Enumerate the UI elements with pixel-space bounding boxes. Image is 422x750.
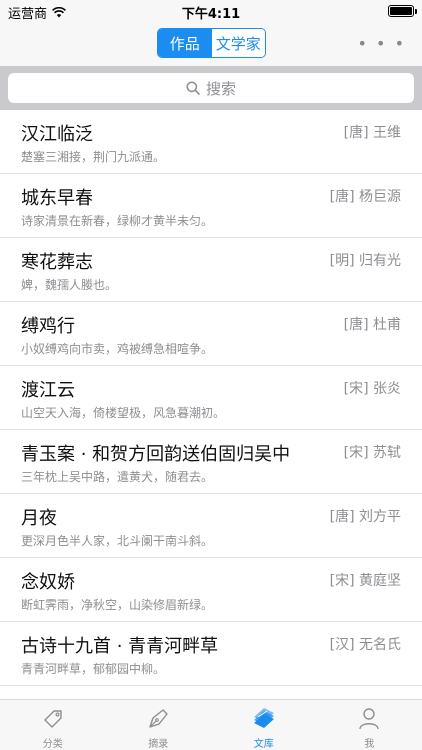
work-title: 月夜 [21,508,57,529]
list-item[interactable]: 城东早春 [唐] 杨巨源 诗家清景在新春，绿柳才黄半未匀。 [0,174,422,238]
tab-me[interactable]: 我 [317,700,422,750]
work-author: [唐] 杨巨源 [329,189,401,205]
work-title: 念奴娇 [21,572,75,593]
ellipsis-icon[interactable]: • • • [358,34,406,53]
list-item[interactable]: 月夜 [唐] 刘方平 更深月色半人家，北斗阑干南斗斜。 [0,494,422,558]
work-excerpt: 山空天入海，倚楼望极，风急暮潮初。 [21,406,226,420]
work-excerpt: 断虹霁雨，净秋空，山染修眉新绿。 [21,598,214,612]
work-author: [唐] 刘方平 [329,509,401,525]
tab-label: 摘录 [148,739,169,750]
works-list: 汉江临泛 [唐] 王维 楚塞三湘接，荆门九派通。 城东早春 [唐] 杨巨源 诗家… [0,110,422,686]
tab-category[interactable]: 分类 [0,700,106,750]
work-title: 汉江临泛 [21,124,93,145]
work-title: 古诗十九首 · 青青河畔草 [21,636,219,657]
work-title: 城东早春 [21,188,93,209]
list-item[interactable]: 寒花葬志 [明] 归有光 婢，魏孺人媵也。 [0,238,422,302]
tab-excerpts[interactable]: 摘录 [106,700,212,750]
status-bar: 运营商 下午4:11 [0,0,422,22]
books-icon [253,708,274,728]
person-icon [359,708,379,730]
work-excerpt: 婢，魏孺人媵也。 [21,278,118,292]
status-time: 下午4:11 [181,7,241,22]
navigation-bar: 作品 文学家 • • • [0,22,422,66]
tab-label: 分类 [42,739,63,750]
work-author: [汉] 无名氏 [329,637,401,653]
work-author: [宋] 黄庭坚 [329,573,401,589]
tag-icon [44,710,62,728]
search-input[interactable]: 搜索 [8,73,414,103]
work-author: [唐] 王维 [343,125,401,141]
work-author: [唐] 杜甫 [343,317,401,333]
tab-bar: 分类 摘录 文库 我 [0,699,422,750]
list-item[interactable]: 缚鸡行 [唐] 杜甫 小奴缚鸡向市卖，鸡被缚急相喧争。 [0,302,422,366]
list-item[interactable]: 青玉案 · 和贺方回韵送伯固归吴中 [宋] 苏轼 三年枕上吴中路，遣黄犬，随君去… [0,430,422,494]
battery-icon [388,5,417,17]
work-title: 缚鸡行 [21,316,75,337]
work-excerpt: 诗家清景在新春，绿柳才黄半未匀。 [21,214,214,228]
search-container: 搜索 [0,66,422,110]
list-item[interactable]: 汉江临泛 [唐] 王维 楚塞三湘接，荆门九派通。 [0,110,422,174]
search-icon [186,81,200,95]
segment-writers[interactable]: 文学家 [211,29,265,57]
work-author: [宋] 张炎 [343,381,401,397]
work-title: 青玉案 · 和贺方回韵送伯固归吴中 [21,444,291,465]
list-item[interactable]: 念奴娇 [宋] 黄庭坚 断虹霁雨，净秋空，山染修眉新绿。 [0,558,422,622]
work-excerpt: 楚塞三湘接，荆门九派通。 [21,150,166,164]
work-excerpt: 三年枕上吴中路，遣黄犬，随君去。 [21,470,214,484]
work-author: [宋] 苏轼 [343,445,401,461]
work-excerpt: 小奴缚鸡向市卖，鸡被缚急相喧争。 [21,342,214,356]
work-author: [明] 归有光 [329,253,401,269]
work-title: 渡江云 [21,380,75,401]
work-excerpt: 青青河畔草，郁郁园中柳。 [21,662,166,676]
list-item[interactable]: 古诗十九首 · 青青河畔草 [汉] 无名氏 青青河畔草，郁郁园中柳。 [0,622,422,686]
search-placeholder: 搜索 [205,79,236,98]
tab-label: 我 [364,739,375,750]
pen-nib-icon [149,709,168,728]
work-excerpt: 更深月色半人家，北斗阑干南斗斜。 [21,534,214,548]
tab-library[interactable]: 文库 [211,700,317,750]
work-title: 寒花葬志 [21,252,93,273]
list-item[interactable]: 渡江云 [宋] 张炎 山空天入海，倚楼望极，风急暮潮初。 [0,366,422,430]
segmented-control: 作品 文学家 [157,28,266,58]
segment-works[interactable]: 作品 [158,29,212,57]
tab-label: 文库 [253,739,274,750]
